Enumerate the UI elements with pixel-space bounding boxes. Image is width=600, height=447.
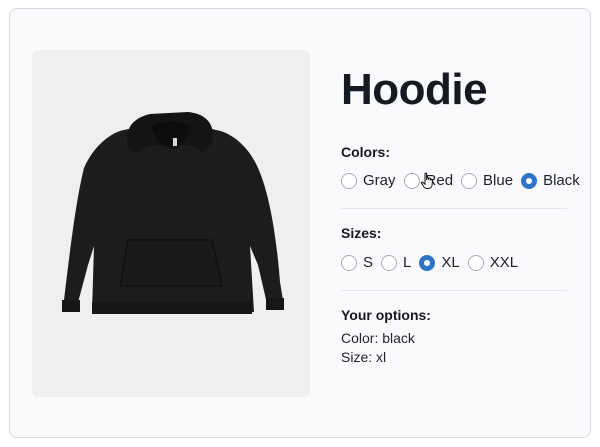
size-option-label: XXL: [489, 254, 519, 271]
hoodie-image: [62, 112, 284, 314]
color-radio-group: Gray Red Blue Black: [341, 172, 588, 190]
color-option-label: Gray: [363, 172, 396, 189]
radio-button[interactable]: [403, 173, 420, 189]
sizes-label: Sizes:: [341, 225, 382, 241]
size-option-label: XL: [441, 254, 460, 271]
selected-color-text: Color: black: [341, 330, 415, 346]
radio-button-selected[interactable]: [521, 173, 538, 189]
color-option-gray[interactable]: Gray: [341, 172, 396, 190]
divider: [341, 208, 567, 209]
colors-label: Colors:: [341, 144, 390, 160]
size-radio-group: S L XL XXL: [341, 254, 526, 272]
radio-button[interactable]: [341, 255, 357, 271]
radio-button[interactable]: [467, 255, 484, 271]
hand-pointer-cursor-icon: [420, 172, 433, 189]
selected-size-text: Size: xl: [341, 349, 387, 365]
product-title: Hoodie: [341, 65, 488, 114]
size-option-l[interactable]: L: [381, 254, 411, 272]
color-option-black[interactable]: Black: [521, 172, 580, 190]
color-option-blue[interactable]: Blue: [461, 172, 513, 190]
size-option-label: L: [403, 254, 412, 271]
radio-button[interactable]: [381, 255, 398, 271]
size-option-xxl[interactable]: XXL: [467, 254, 519, 272]
product-image-panel: [32, 50, 310, 397]
size-option-label: S: [363, 254, 374, 271]
radio-button-selected[interactable]: [419, 255, 436, 271]
color-option-label: Black: [543, 172, 580, 189]
size-option-s[interactable]: S: [341, 254, 373, 272]
product-info: Hoodie Colors: Gray Red Blue Black Sizes…: [341, 60, 580, 365]
divider: [341, 290, 567, 291]
color-option-label: Blue: [483, 172, 514, 189]
size-option-xl[interactable]: XL: [419, 254, 460, 272]
your-options-label: Your options:: [341, 307, 431, 323]
radio-button[interactable]: [341, 173, 357, 189]
radio-button[interactable]: [461, 173, 478, 189]
